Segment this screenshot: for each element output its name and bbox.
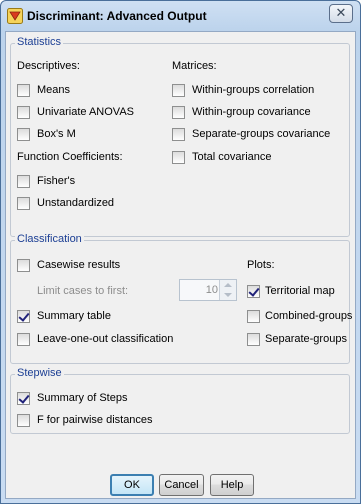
close-icon[interactable]: ✕	[329, 4, 353, 23]
f-pairwise-distances-checkbox[interactable]	[17, 414, 30, 427]
total-covariance-label[interactable]: Total covariance	[192, 151, 272, 163]
unstandardized-checkbox[interactable]	[17, 197, 30, 210]
statistics-group: Statistics Descriptives: Means Univariat…	[10, 36, 350, 237]
title-bar[interactable]: Discriminant: Advanced Output ✕	[1, 1, 360, 31]
univariate-anovas-checkbox[interactable]	[17, 106, 30, 119]
limit-cases-value: 10	[205, 284, 218, 296]
plots-heading: Plots:	[247, 259, 275, 271]
means-checkbox[interactable]	[17, 84, 30, 97]
total-covariance-checkbox[interactable]	[172, 151, 185, 164]
within-group-covariance-label[interactable]: Within-group covariance	[192, 106, 311, 118]
window-title: Discriminant: Advanced Output	[27, 9, 207, 23]
stepwise-legend: Stepwise	[15, 367, 64, 379]
unstandardized-label[interactable]: Unstandardized	[37, 197, 114, 209]
leave-one-out-label[interactable]: Leave-one-out classification	[37, 333, 173, 345]
ok-button[interactable]: OK	[110, 474, 154, 496]
leave-one-out-checkbox[interactable]	[17, 333, 30, 346]
summary-of-steps-label[interactable]: Summary of Steps	[37, 392, 127, 404]
summary-table-checkbox[interactable]	[17, 310, 30, 323]
summary-of-steps-checkbox[interactable]	[17, 392, 30, 405]
stepwise-group: Stepwise Summary of Steps F for pairwise…	[10, 367, 350, 434]
boxs-m-checkbox[interactable]	[17, 128, 30, 141]
limit-cases-spinner[interactable]: 10	[179, 279, 237, 301]
help-button[interactable]: Help	[210, 474, 254, 496]
spinner-buttons	[219, 280, 236, 300]
spinner-down-icon[interactable]	[220, 290, 236, 300]
discriminant-app-icon	[7, 8, 23, 24]
fishers-checkbox[interactable]	[17, 175, 30, 188]
univariate-anovas-label[interactable]: Univariate ANOVAS	[37, 106, 134, 118]
casewise-results-label[interactable]: Casewise results	[37, 259, 120, 271]
separate-groups-covariance-label[interactable]: Separate-groups covariance	[192, 128, 330, 140]
limit-cases-label: Limit cases to first:	[37, 285, 129, 297]
summary-table-label[interactable]: Summary table	[37, 310, 111, 322]
spinner-up-icon[interactable]	[220, 280, 236, 290]
combined-groups-label[interactable]: Combined-groups	[265, 310, 352, 322]
fishers-label[interactable]: Fisher's	[37, 175, 75, 187]
descriptives-heading: Descriptives:	[17, 60, 80, 72]
separate-groups-covariance-checkbox[interactable]	[172, 128, 185, 141]
f-pairwise-distances-label[interactable]: F for pairwise distances	[37, 414, 153, 426]
territorial-map-checkbox[interactable]	[247, 285, 260, 298]
classification-legend: Classification	[15, 233, 84, 245]
dialog-window: Discriminant: Advanced Output ✕ Statisti…	[0, 0, 361, 504]
matrices-heading: Matrices:	[172, 60, 217, 72]
territorial-map-label[interactable]: Territorial map	[265, 285, 335, 297]
casewise-results-checkbox[interactable]	[17, 259, 30, 272]
separate-groups-checkbox[interactable]	[247, 333, 260, 346]
separate-groups-label[interactable]: Separate-groups	[265, 333, 347, 345]
combined-groups-checkbox[interactable]	[247, 310, 260, 323]
boxs-m-label[interactable]: Box's M	[37, 128, 76, 140]
means-label[interactable]: Means	[37, 84, 70, 96]
within-groups-correlation-label[interactable]: Within-groups correlation	[192, 84, 314, 96]
cancel-button[interactable]: Cancel	[159, 474, 204, 496]
dialog-body: Statistics Descriptives: Means Univariat…	[5, 31, 356, 499]
classification-group: Classification Casewise results Limit ca…	[10, 233, 352, 364]
within-group-covariance-checkbox[interactable]	[172, 106, 185, 119]
function-coefficients-heading: Function Coefficients:	[17, 151, 123, 163]
within-groups-correlation-checkbox[interactable]	[172, 84, 185, 97]
statistics-legend: Statistics	[15, 36, 64, 48]
